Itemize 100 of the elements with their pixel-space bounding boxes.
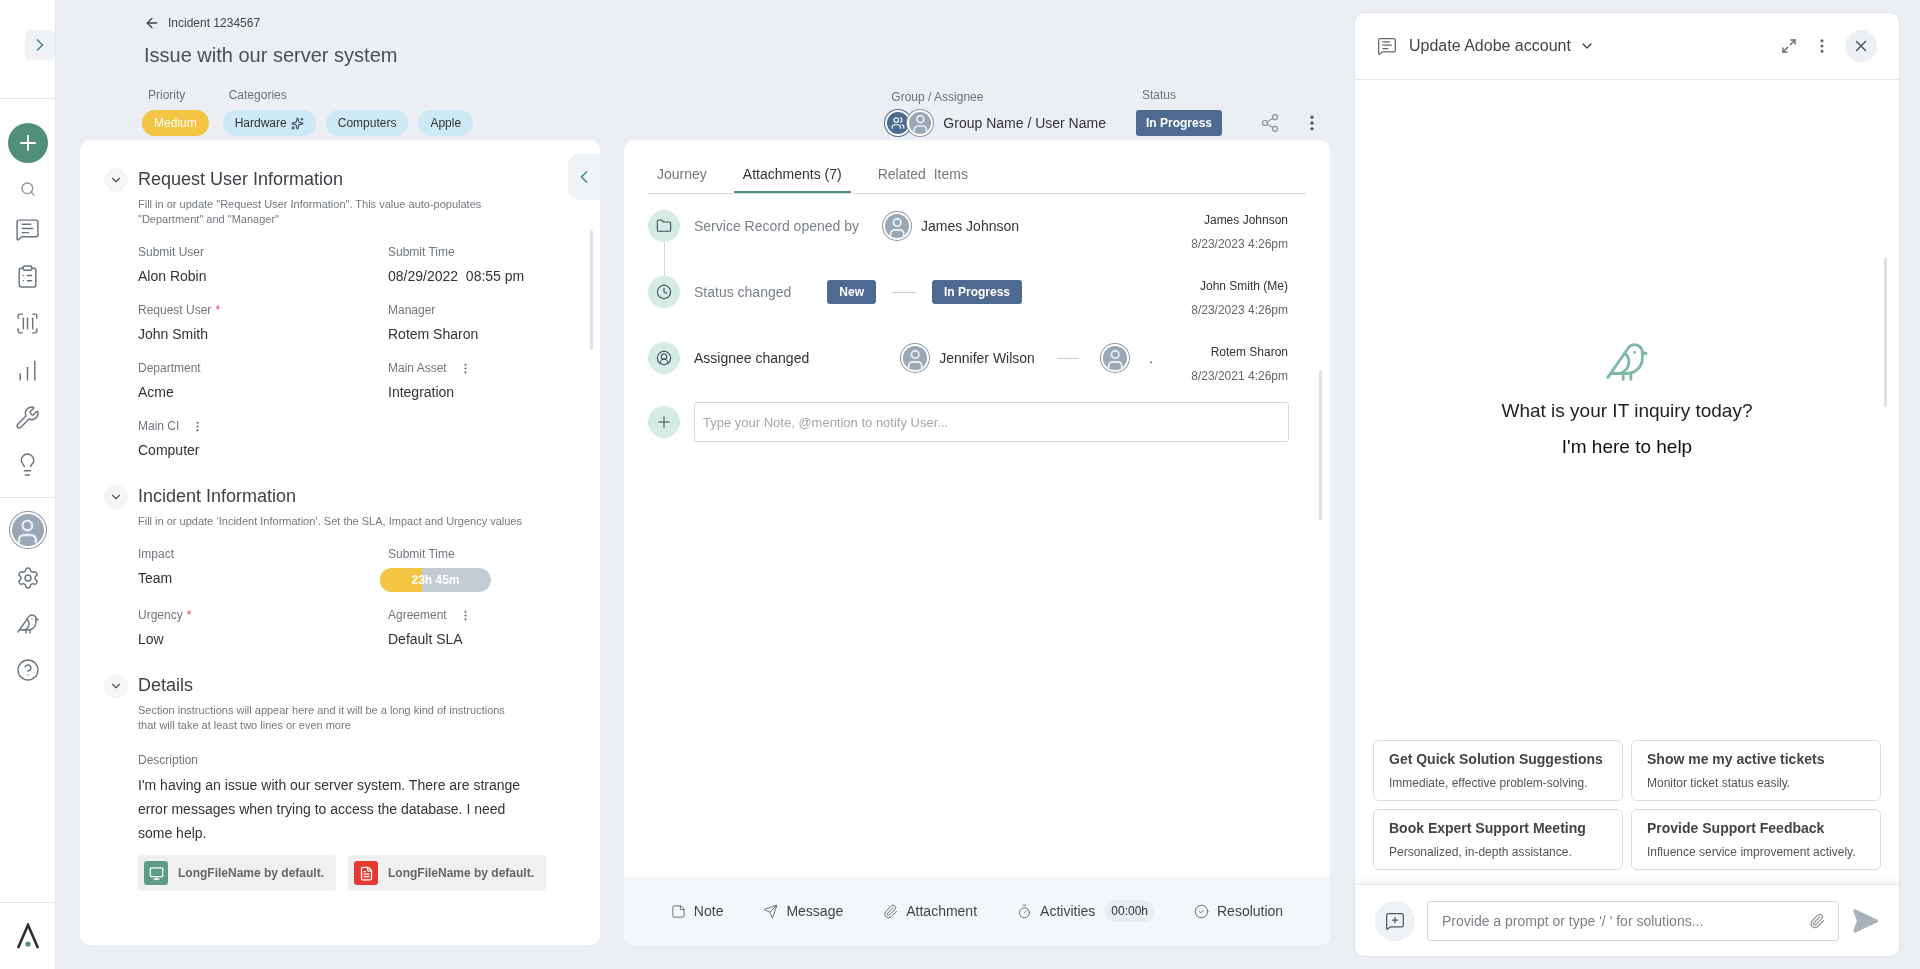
required-mark: * [186,609,192,621]
field-value[interactable]: Integration [388,382,455,403]
description-text: I'm having an issue with our server system. There are strange error messages when trying to access the database. I need some help. [138,776,522,843]
tab[interactable]: Related Items [868,164,977,193]
event-text: Status changed [694,282,792,302]
search-icon[interactable] [19,181,36,197]
paperclip-icon[interactable] [1809,912,1825,929]
field-value[interactable]: Computer [138,440,200,461]
category-tag[interactable]: Computers [325,110,409,136]
pdf-file-icon [354,861,378,885]
field-value[interactable]: 08/29/2022 08:55 pm [388,266,525,287]
section-title: Details [138,674,194,697]
stopwatch-icon [1017,903,1033,919]
field-value[interactable]: Default SLA [388,629,463,650]
add-button[interactable] [7,123,48,163]
field-value[interactable]: Team [138,568,173,589]
priority-label: Priority [148,87,187,104]
logo-icon [15,923,40,949]
send-icon[interactable] [1851,906,1879,935]
person-avatar [901,344,930,372]
expand-icon[interactable] [1781,38,1797,54]
action-button[interactable]: Resolution [1194,900,1284,922]
wrench-icon[interactable] [15,405,40,430]
category-tag[interactable]: Hardware [222,110,316,136]
event-author: John Smith (Me) [1199,278,1288,295]
event-text: Service Record opened by [694,216,859,236]
section-hint: Fill in or update "Request User Information". This value auto-populates "Department" and "Manager" [138,197,483,227]
person-avatar [1100,344,1129,372]
suggestion-card[interactable]: Book Expert Support Meeting Personalized, in-depth assistance. [1373,809,1623,870]
action-button[interactable]: Note [670,900,724,922]
suggestion-card[interactable]: Get Quick Solution Suggestions Immediate, effective problem-solving. [1373,740,1623,801]
sparkle-icon [290,116,304,130]
field-label: Department [138,360,201,377]
time-badge: 00:00h [1105,900,1154,922]
user-avatar [9,512,46,548]
sla-timer-text: 23h 45m [410,572,461,589]
prompt-input-field[interactable]: Provide a prompt or type '/ ' for solutions... [1427,900,1839,941]
event-text: Assignee changed [694,348,810,368]
help-icon[interactable] [15,658,40,682]
status-badge: New [827,280,876,304]
person-name: . [1148,348,1153,368]
field-label: Submit Time [388,546,455,563]
section-title: Incident Information [138,485,297,508]
field-value[interactable]: Rotem Sharon [388,324,479,345]
field-value[interactable]: Alon Robin [138,266,207,287]
paper-plane-icon [763,903,779,919]
section-hint: Section instructions will appear here and it will be a long kind of instructions that will take at least two lines or even more [138,703,506,733]
category-tag[interactable]: Apple [418,110,474,136]
add-note-button[interactable] [648,406,680,438]
person-avatar [883,212,911,240]
event-time: 8/23/2021 4:26pm [1191,368,1288,385]
file-attachment[interactable]: LongFileName by default. [138,855,336,891]
status-label: Status [1141,87,1177,104]
section-toggle[interactable] [104,673,128,698]
greeting-question: What is your IT inquiry today? [1501,398,1753,423]
event-time: 8/23/2023 4:26pm [1191,302,1288,319]
note-input-field[interactable]: Type your Note, @mention to notify User... [694,402,1289,442]
note-icon [670,903,686,919]
event-author: James Johnson [1203,212,1288,229]
action-button[interactable]: Attachment [883,900,978,922]
field-value[interactable]: John Smith [138,324,209,345]
field-label: Main Asset [388,360,447,377]
close-button[interactable] [1845,30,1877,62]
person-name: James Johnson [921,216,1020,236]
action-button[interactable]: Activities [1017,900,1096,922]
status-badge[interactable]: In Progress [1135,110,1222,136]
new-chat-button[interactable] [1375,900,1415,941]
suggestion-card[interactable]: Provide Support Feedback Influence service improvement actively. [1631,809,1881,870]
field-label: Agreement [388,607,447,624]
file-attachment[interactable]: LongFileName by default. [348,855,547,891]
field-label: Impact [138,546,174,563]
plus-icon [655,413,673,431]
field-value[interactable]: Acme [138,382,174,403]
monitor-file-icon [144,861,168,885]
greeting-subtitle: I'm here to help [1561,435,1693,459]
barcode-icon[interactable] [15,311,40,336]
suggestion-card[interactable]: Show me my active tickets Monitor ticket status easily. [1631,740,1881,801]
field-label: Description [138,752,200,769]
field-label: Urgency [138,607,183,624]
share-icon[interactable] [1260,113,1280,133]
tab[interactable]: Journey [648,164,716,193]
action-button[interactable]: Message [763,900,844,922]
field-label: Request User [138,302,212,319]
expand-button[interactable] [24,30,55,60]
tab[interactable]: Attachments (7) [733,164,851,193]
bird-icon[interactable] [15,612,40,636]
settings-icon[interactable] [15,566,40,590]
section-toggle[interactable] [104,167,128,192]
check-circle-icon [1194,903,1209,919]
field-label: Submit User [138,244,205,261]
incident-number: Incident 1234567 [168,15,261,32]
conversation-dropdown[interactable]: Update Adobe account [1409,34,1595,58]
folder-icon [648,210,680,242]
field-value[interactable]: Low [138,629,164,650]
categories-label: Categories [228,87,288,104]
field-label: Manager [388,302,436,319]
assignee-label: Group / Assignee [891,89,985,106]
section-toggle[interactable] [104,484,128,509]
field-label: Submit Time [388,244,455,261]
assignee-name[interactable]: Group Name / User Name [943,112,1106,134]
